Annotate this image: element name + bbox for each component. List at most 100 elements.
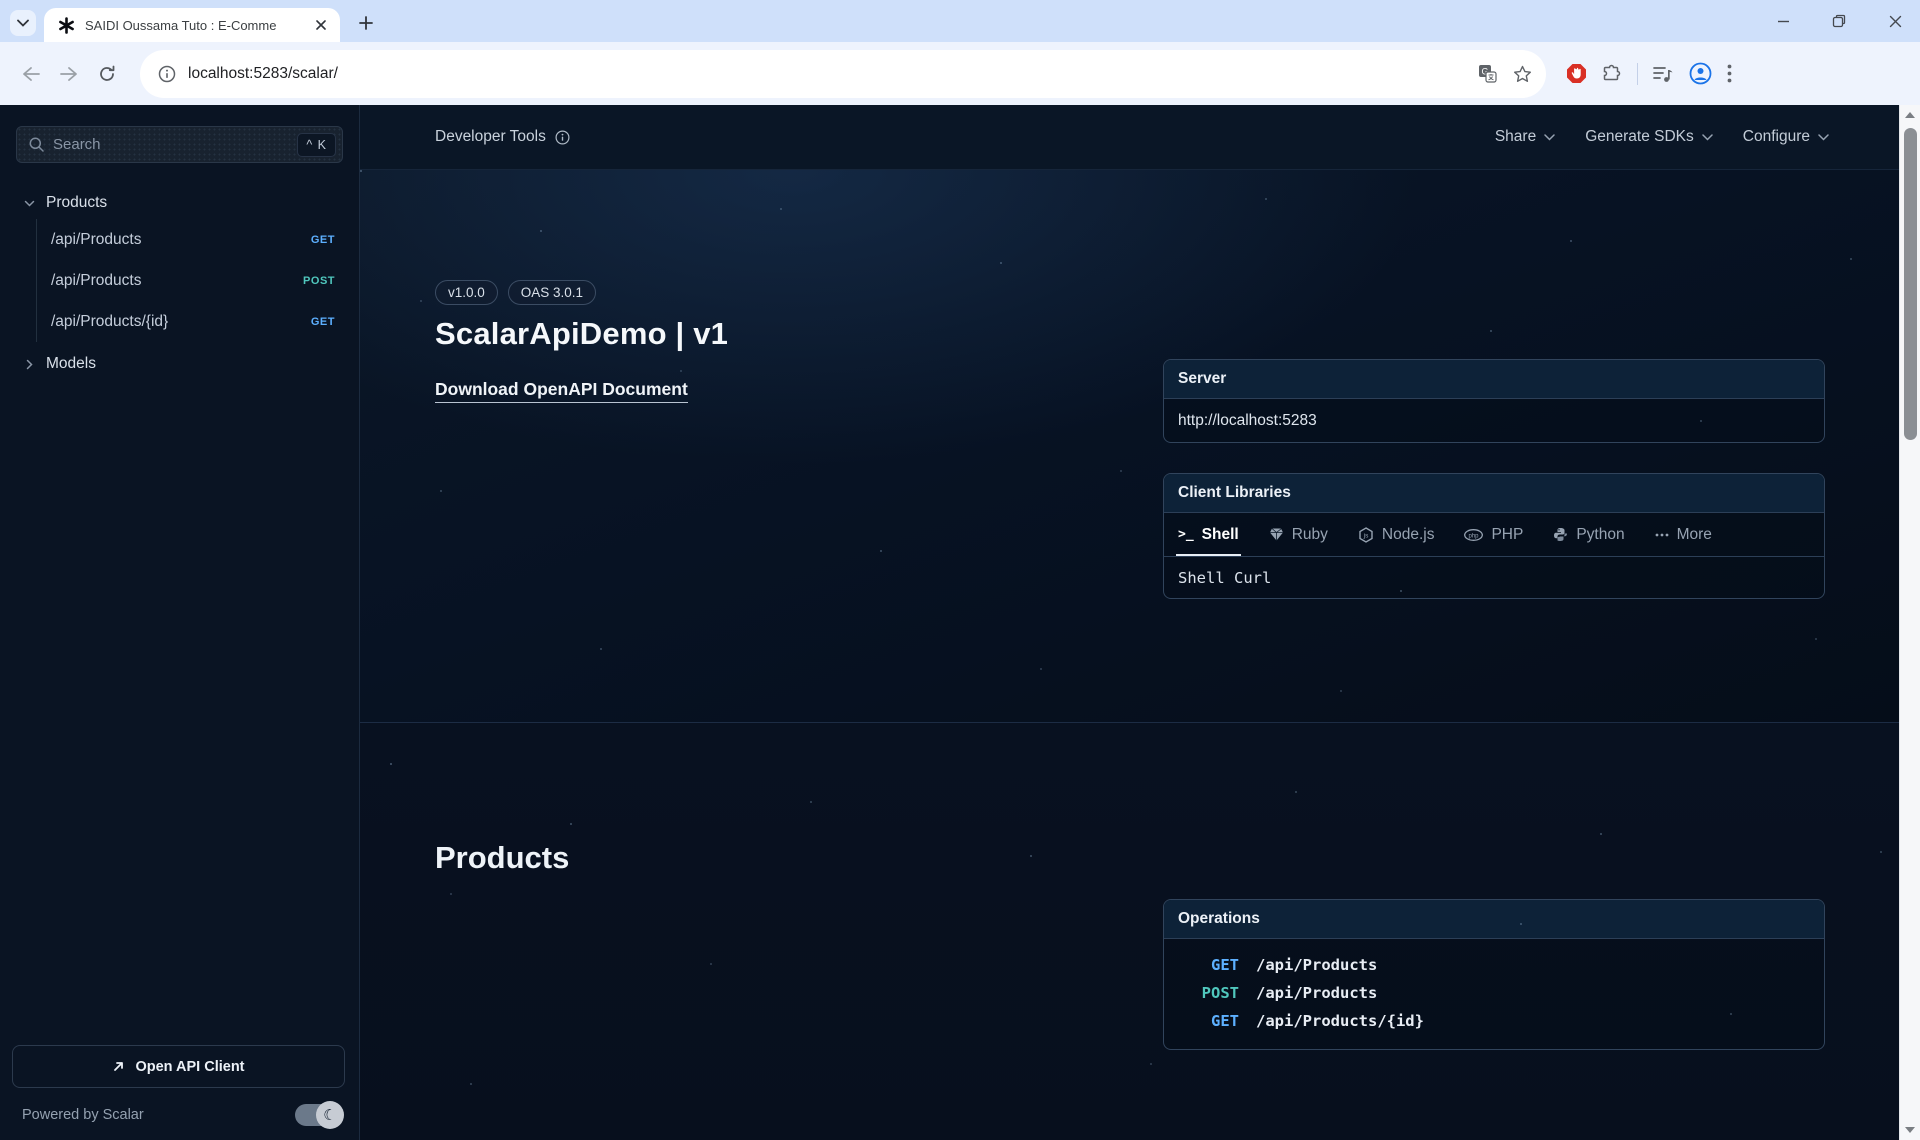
bookmark-star-icon[interactable] (1513, 65, 1532, 83)
tab-more[interactable]: More (1655, 513, 1712, 556)
developer-tools-label: Developer Tools (435, 128, 546, 146)
section-title: Products (435, 840, 1163, 876)
ruby-icon (1269, 527, 1284, 542)
server-card-title: Server (1164, 360, 1824, 399)
browser-menu-icon[interactable] (1727, 64, 1732, 83)
info-icon[interactable] (555, 130, 570, 145)
translate-icon[interactable]: G (1478, 64, 1497, 83)
page-scrollbar[interactable] (1899, 105, 1920, 1140)
reload-button[interactable] (90, 57, 124, 91)
operations-card: Operations GET /api/Products POST /api/P… (1163, 899, 1825, 1050)
operation-row[interactable]: GET /api/Products/{id} (1164, 1007, 1824, 1035)
client-libraries-title: Client Libraries (1164, 474, 1824, 513)
profile-avatar-icon[interactable] (1689, 62, 1712, 85)
open-api-client-label: Open API Client (135, 1059, 244, 1075)
endpoint-path: /api/Products (51, 231, 141, 249)
sidebar-nav: Products /api/Products GET /api/Products… (0, 187, 359, 380)
external-link-arrow-icon (112, 1060, 125, 1073)
tab-shell[interactable]: >_ Shell (1178, 513, 1239, 556)
operation-row[interactable]: GET /api/Products (1164, 951, 1824, 979)
share-label: Share (1495, 128, 1536, 146)
tab-python[interactable]: Python (1553, 513, 1624, 556)
shell-curl-label[interactable]: Shell Curl (1164, 557, 1824, 598)
url-text[interactable]: localhost:5283/scalar/ (188, 65, 1478, 83)
share-menu[interactable]: Share (1495, 128, 1555, 146)
toolbar-separator (1637, 63, 1638, 85)
moon-icon: ☾ (316, 1101, 344, 1129)
method-badge: GET (311, 234, 335, 246)
client-libraries-card: Client Libraries >_ Shell Ruby js Node. (1163, 473, 1825, 599)
new-tab-button[interactable] (352, 9, 380, 37)
configure-menu[interactable]: Configure (1743, 128, 1829, 146)
sidebar-group-products[interactable]: Products (0, 187, 359, 219)
operation-path: /api/Products (1256, 984, 1377, 1002)
window-controls (1772, 8, 1906, 34)
server-url[interactable]: http://localhost:5283 (1164, 399, 1824, 442)
media-controls-icon[interactable] (1653, 65, 1674, 83)
forward-button[interactable] (52, 57, 86, 91)
scroll-down-arrow[interactable] (1900, 1122, 1920, 1138)
ellipsis-icon (1655, 533, 1669, 537)
window-minimize-button[interactable] (1772, 10, 1794, 32)
extensions-puzzle-icon[interactable] (1602, 64, 1622, 84)
products-section: Products Operations GET /api/Products PO… (360, 723, 1899, 1140)
main-header: Developer Tools Share Generate SDKs Conf… (360, 105, 1899, 170)
window-restore-button[interactable] (1828, 10, 1850, 32)
scrollbar-thumb[interactable] (1904, 128, 1917, 440)
client-library-tabs: >_ Shell Ruby js Node.js php (1164, 513, 1824, 557)
search-placeholder: Search (53, 136, 297, 153)
address-bar[interactable]: localhost:5283/scalar/ G (140, 50, 1546, 98)
dark-mode-toggle[interactable]: ☾ (295, 1104, 341, 1126)
open-api-client-button[interactable]: Open API Client (12, 1045, 345, 1088)
sidebar: Search ^ K Products /api/Products GET /a… (0, 105, 360, 1140)
method-badge: GET (311, 316, 335, 328)
generate-sdks-label: Generate SDKs (1585, 128, 1694, 146)
php-icon: php (1464, 529, 1483, 541)
browser-chrome: SAIDI Oussama Tuto : E-Comme (0, 0, 1920, 105)
configure-label: Configure (1743, 128, 1810, 146)
chevron-down-icon (24, 198, 34, 208)
download-openapi-link[interactable]: Download OpenAPI Document (435, 379, 688, 403)
api-title: ScalarApiDemo | v1 (435, 316, 1163, 352)
sidebar-item-post-products[interactable]: /api/Products POST (37, 260, 359, 301)
extension-area (1566, 62, 1732, 85)
tab-strip: SAIDI Oussama Tuto : E-Comme (0, 0, 1920, 42)
browser-tab[interactable]: SAIDI Oussama Tuto : E-Comme (44, 8, 340, 42)
generate-sdks-menu[interactable]: Generate SDKs (1585, 128, 1713, 146)
operation-method: GET (1164, 1012, 1239, 1030)
sidebar-item-get-products[interactable]: /api/Products GET (37, 219, 359, 260)
endpoint-path: /api/Products (51, 272, 141, 290)
tab-php[interactable]: php PHP (1464, 513, 1523, 556)
operation-row[interactable]: POST /api/Products (1164, 979, 1824, 1007)
sidebar-group-label: Products (46, 194, 107, 212)
tab-close-icon[interactable] (312, 16, 330, 34)
site-info-icon[interactable] (158, 65, 176, 83)
scroll-up-arrow[interactable] (1900, 107, 1920, 123)
svg-text:js: js (1363, 532, 1369, 539)
sidebar-item-get-products-id[interactable]: /api/Products/{id} GET (37, 301, 359, 342)
tab-ruby[interactable]: Ruby (1269, 513, 1328, 556)
operation-method: POST (1164, 984, 1239, 1002)
window-close-button[interactable] (1884, 10, 1906, 32)
svg-text:php: php (1469, 533, 1480, 539)
nodejs-icon: js (1358, 527, 1374, 543)
search-shortcut-badge: ^ K (297, 133, 336, 157)
tab-nodejs[interactable]: js Node.js (1358, 513, 1435, 556)
tab-search-button[interactable] (10, 10, 36, 36)
oas-badge: OAS 3.0.1 (508, 280, 596, 305)
powered-by-scalar-link[interactable]: Powered by Scalar (22, 1107, 295, 1123)
main-content: Developer Tools Share Generate SDKs Conf… (360, 105, 1899, 1140)
chevron-down-icon (1702, 134, 1713, 141)
sidebar-group-models[interactable]: Models (0, 348, 359, 380)
search-icon (29, 137, 44, 152)
operation-method: GET (1164, 956, 1239, 974)
operation-path: /api/Products/{id} (1256, 1012, 1424, 1030)
browser-toolbar: localhost:5283/scalar/ G (0, 42, 1920, 105)
server-card: Server http://localhost:5283 (1163, 359, 1825, 443)
method-badge: POST (303, 275, 335, 287)
chevron-right-icon (24, 359, 34, 369)
terminal-icon: >_ (1178, 527, 1194, 542)
back-button[interactable] (14, 57, 48, 91)
search-input[interactable]: Search ^ K (16, 126, 343, 163)
adblock-extension-icon[interactable] (1566, 63, 1587, 84)
